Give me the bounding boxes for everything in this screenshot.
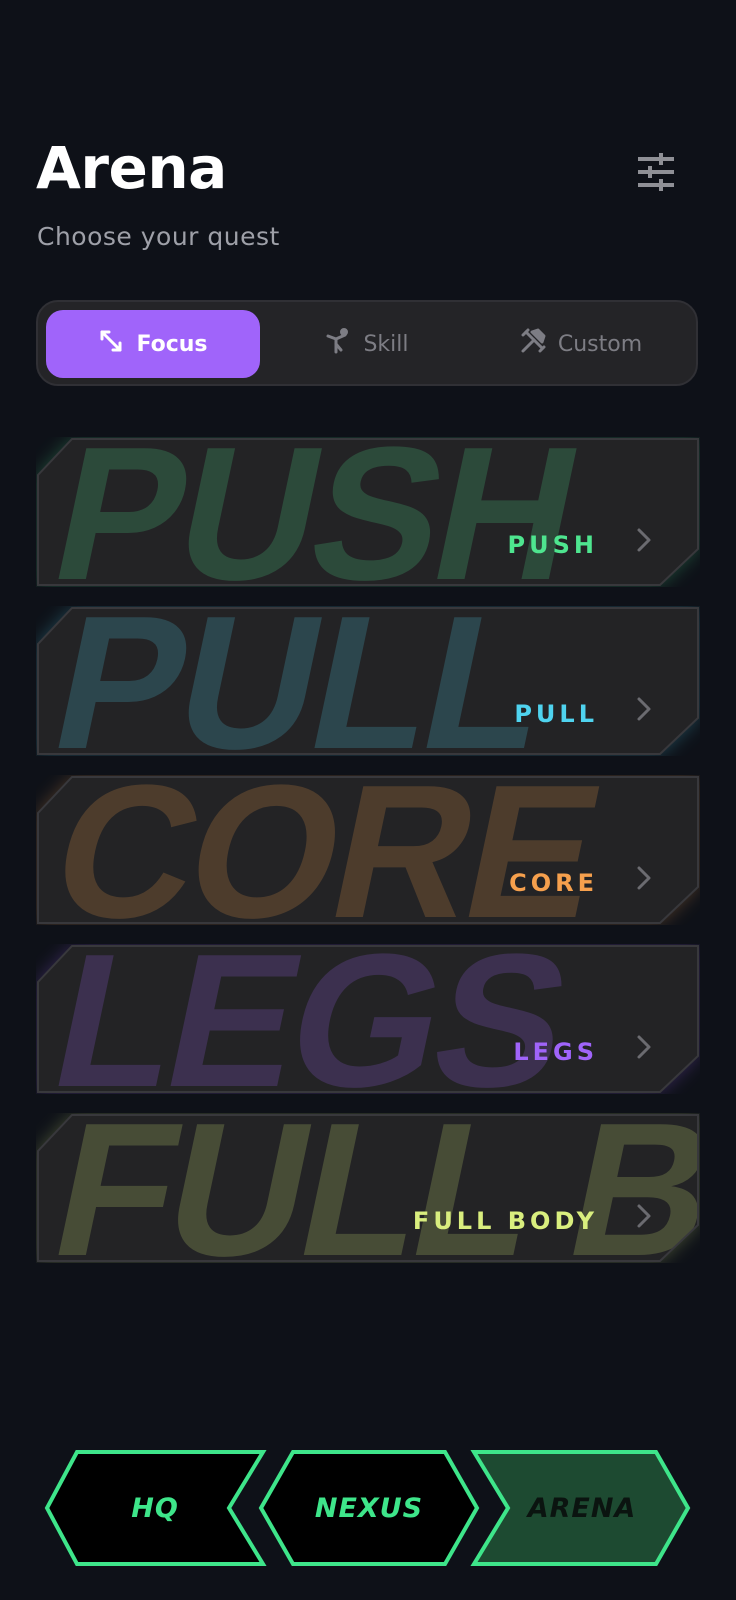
- tab-skill[interactable]: Skill: [260, 310, 474, 378]
- chevron-right-icon: [634, 696, 654, 722]
- tab-custom[interactable]: Custom: [474, 310, 688, 378]
- quest-card-core[interactable]: CORE CORE: [36, 775, 700, 925]
- nav-arena-label: ARENA: [527, 1492, 637, 1524]
- card-watermark: PUSH: [37, 437, 594, 587]
- page-title: Arena: [36, 134, 227, 202]
- figure-icon: [325, 328, 351, 360]
- quest-label: CORE: [509, 869, 598, 897]
- nav-hq[interactable]: HQ: [44, 1449, 267, 1567]
- quest-label: FULL BODY: [412, 1207, 598, 1235]
- tab-focus[interactable]: Focus: [46, 310, 260, 378]
- quest-card-full-body[interactable]: FULL BO FULL BODY: [36, 1113, 700, 1263]
- nav-nexus-label: NEXUS: [314, 1492, 424, 1524]
- arrows-diagonal-icon: [98, 328, 124, 360]
- chevron-right-icon: [634, 1203, 654, 1229]
- chevron-right-icon: [634, 527, 654, 553]
- quest-card-legs[interactable]: LEGS LEGS: [36, 944, 700, 1094]
- tab-skill-label: Skill: [363, 331, 409, 357]
- card-background: PUSH: [37, 437, 699, 587]
- nav-nexus[interactable]: NEXUS: [258, 1449, 480, 1567]
- tab-custom-label: Custom: [557, 331, 643, 357]
- card-background: PULL: [37, 606, 699, 756]
- quest-card-push[interactable]: PUSH PUSH: [36, 437, 700, 587]
- card-watermark: FULL BO: [37, 1113, 700, 1263]
- chevron-right-icon: [634, 1034, 654, 1060]
- tab-focus-label: Focus: [136, 331, 208, 357]
- card-background: LEGS: [37, 944, 699, 1094]
- card-watermark: LEGS: [37, 944, 583, 1094]
- quest-label: PULL: [514, 700, 598, 728]
- mode-segmented-control: Focus Skill Custom: [36, 300, 698, 386]
- tools-icon: [520, 328, 546, 360]
- quest-card-pull[interactable]: PULL PULL: [36, 606, 700, 756]
- nav-hq-label: HQ: [131, 1492, 179, 1524]
- quest-label: PUSH: [507, 531, 598, 559]
- chevron-right-icon: [634, 865, 654, 891]
- quest-label: LEGS: [513, 1038, 598, 1066]
- card-watermark: CORE: [37, 775, 615, 925]
- sliders-icon[interactable]: [636, 152, 676, 192]
- page-subtitle: Choose your quest: [37, 222, 280, 251]
- card-background: CORE: [37, 775, 699, 925]
- card-background: FULL BO: [37, 1113, 700, 1263]
- card-watermark: PULL: [37, 606, 562, 756]
- nav-arena[interactable]: ARENA: [470, 1449, 692, 1567]
